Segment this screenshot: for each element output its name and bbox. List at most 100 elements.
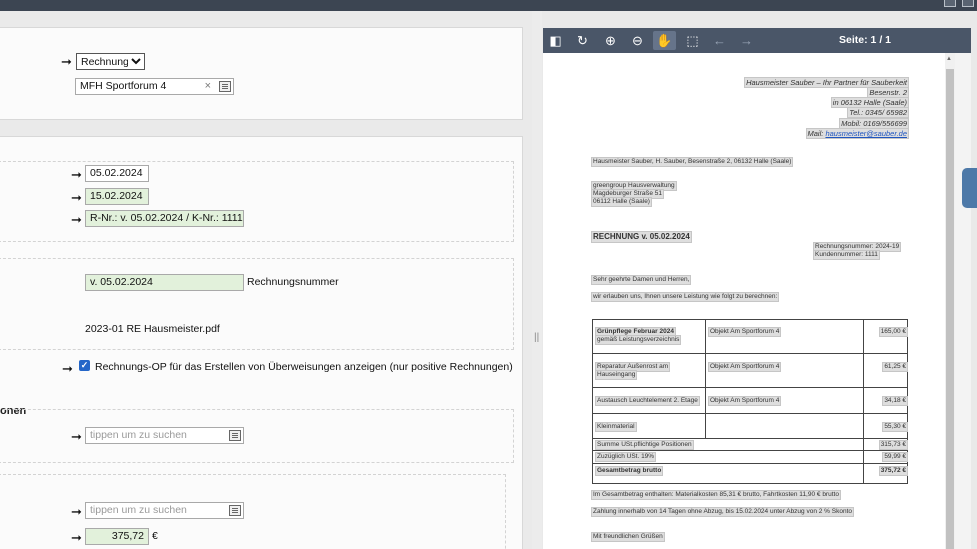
sidebar-toggle-icon[interactable]: ◧ (544, 31, 567, 50)
sender-line: Tel.: 0345/ 65982 (847, 107, 909, 118)
table-border (592, 387, 908, 388)
item-object: Objekt Am Sportforum 4 (707, 362, 782, 372)
arrow-indicator: ➞ (71, 212, 82, 227)
arrow-indicator: ➞ (71, 504, 82, 519)
payment-terms: Zahlung innerhalb von 14 Tagen ohne Abzu… (591, 507, 854, 517)
pdf-viewer: ◧ ↻ ⊕ ⊖ ✋ ⬚ ← → Seite: 1 / 1 Hausmeister… (543, 28, 971, 549)
recipient-line: 06112 Halle (Saale) (591, 197, 652, 207)
total-label: Gesamtbetrag brutto (594, 466, 664, 476)
due-date-field[interactable]: 15.02.2024 (85, 188, 149, 205)
mail-link[interactable]: hausmeister@sauber.de (825, 129, 907, 138)
attachment-filename[interactable]: 2023-01 RE Hausmeister.pdf (85, 323, 220, 335)
previous-page-icon[interactable]: ← (708, 31, 731, 50)
amount-field[interactable]: 375,72 (85, 528, 149, 545)
invoice-meta: Rechnungsnummer: 2024-19 (812, 242, 902, 252)
app-top-bar (0, 0, 977, 11)
pdf-page: Hausmeister Sauber – Ihr Partner für Sau… (543, 53, 945, 549)
select-tool-icon[interactable]: ⬚ (681, 31, 704, 50)
rotate-icon[interactable]: ↻ (571, 31, 594, 50)
currency-label: € (152, 530, 158, 542)
item-object: Objekt Am Sportforum 4 (707, 327, 782, 337)
sender-mail-line: Mail: hausmeister@sauber.de (805, 128, 910, 139)
sender-line: Mobil: 0169/556699 (839, 118, 909, 129)
pdf-scrollbar[interactable]: ▲ (945, 53, 955, 549)
arrow-indicator: ➞ (61, 54, 72, 69)
scroll-up-icon[interactable]: ▲ (946, 56, 952, 62)
sender-line: Hausmeister Sauber – Ihr Partner für Sau… (744, 77, 909, 88)
search-input-1-placeholder: tippen um zu suchen (90, 429, 187, 441)
item-description: Kleinmaterial (595, 422, 637, 432)
search-input-1[interactable]: tippen um zu suchen (85, 427, 244, 444)
arrow-indicator: ➞ (71, 429, 82, 444)
item-price: 165,00 € (878, 327, 909, 337)
return-address: Hausmeister Sauber, H. Sauber, Besenstra… (590, 157, 794, 167)
scrollbar-thumb[interactable] (946, 69, 954, 549)
item-object: Objekt Am Sportforum 4 (707, 396, 782, 406)
item-price: 61,25 € (882, 362, 908, 372)
page-indicator: Seite: 1 / 1 (839, 34, 891, 46)
search-input-2[interactable]: tippen um zu suchen (85, 502, 244, 519)
payment-op-label: Rechnungs-OP für das Erstellen von Überw… (95, 361, 513, 373)
table-border (592, 319, 908, 320)
panel-splitter[interactable]: || (532, 11, 542, 549)
form-area: ➞ Rechnung MFH Sportforum 4 × ➞ 05.02.20… (0, 11, 532, 549)
invoice-number-field[interactable]: v. 05.02.2024 (85, 274, 244, 291)
table-border (863, 319, 864, 483)
table-border (592, 353, 908, 354)
hand-tool-icon[interactable]: ✋ (653, 31, 676, 50)
pdf-toolbar: ◧ ↻ ⊕ ⊖ ✋ ⬚ ← → Seite: 1 / 1 (543, 28, 971, 53)
window-layout-icon-2[interactable] (962, 0, 974, 7)
arrow-indicator: ➞ (71, 190, 82, 205)
property-value: MFH Sportforum 4 (80, 80, 167, 92)
lookup-list-icon[interactable] (229, 505, 241, 516)
search-input-2-placeholder: tippen um zu suchen (90, 504, 187, 516)
item-subtext: Hauseingang (594, 370, 638, 380)
item-price: 55,30 € (882, 422, 908, 432)
item-description: Reparatur Außenrost am (594, 362, 671, 372)
side-panel-tab[interactable] (962, 168, 977, 208)
table-border (592, 413, 908, 414)
vat-value: 59,99 € (882, 452, 908, 462)
lookup-list-icon[interactable] (219, 81, 231, 92)
table-border (592, 450, 908, 451)
table-border (592, 463, 908, 464)
table-border (592, 438, 908, 439)
splitter-grip-icon[interactable]: || (534, 332, 539, 343)
document-type-panel (0, 27, 523, 120)
sender-line: in 06132 Halle (Saale) (830, 97, 910, 108)
next-page-icon[interactable]: → (735, 31, 758, 50)
sum-value: 315,73 € (878, 440, 909, 450)
date1-field[interactable]: 05.02.2024 (85, 165, 149, 182)
lookup-list-icon[interactable] (229, 430, 241, 441)
arrow-indicator: ➞ (62, 361, 73, 376)
viewer-edge (955, 53, 971, 549)
window-layout-icon[interactable] (944, 0, 956, 7)
arrow-indicator: ➞ (71, 530, 82, 545)
payment-op-checkbox[interactable]: ✓ (79, 360, 90, 371)
vat-label: Zuzüglich USt. 19% (594, 452, 657, 462)
table-border (592, 319, 593, 483)
intro-text: wir erlauben uns, Ihnen unsere Leistung … (590, 292, 780, 302)
clear-icon[interactable]: × (205, 79, 211, 94)
table-border (592, 483, 908, 484)
closing: Mit freundlichen Grüßen (591, 532, 665, 542)
invoice-number-label: Rechnungsnummer (247, 276, 339, 288)
greeting: Sehr geehrte Damen und Herren, (590, 275, 692, 285)
zoom-in-icon[interactable]: ⊕ (599, 31, 622, 50)
reference-field[interactable]: R-Nr.: v. 05.02.2024 / K-Nr.: 1111 (85, 210, 244, 227)
property-field[interactable]: MFH Sportforum 4 × (75, 78, 234, 95)
item-price: 34,18 € (882, 396, 908, 406)
total-value: 375,72 € (878, 466, 909, 476)
sender-line: Besenstr. 2 (867, 87, 909, 98)
invoice-meta: Kundennummer: 1111 (813, 250, 880, 260)
item-description: Austausch Leuchtelement 2. Etage (595, 396, 700, 406)
zoom-out-icon[interactable]: ⊖ (626, 31, 649, 50)
recipient-line: Magdeburger Straße 51 (590, 189, 665, 199)
table-border (907, 319, 908, 483)
document-type-select[interactable]: Rechnung (76, 53, 145, 70)
mail-label: Mail: (807, 129, 824, 138)
invoice-number-group (0, 258, 514, 350)
item-subtext: gemäß Leistungsverzeichnis (594, 335, 682, 345)
item-description: Grünpflege Februar 2024 (595, 327, 676, 337)
recipient-line: greengroup Hausverwaltung (591, 181, 677, 191)
